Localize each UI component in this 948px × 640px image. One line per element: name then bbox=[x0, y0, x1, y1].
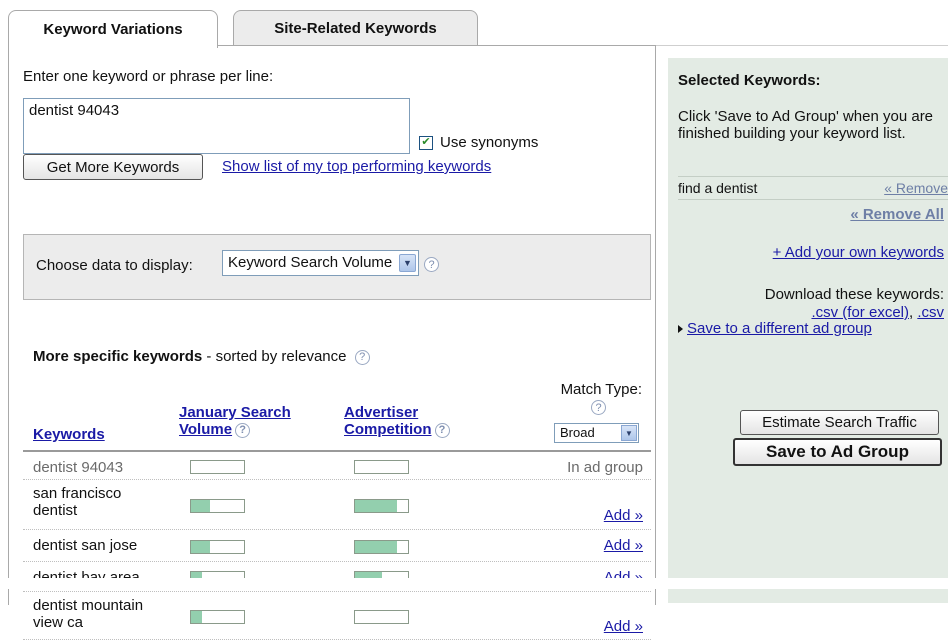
competition-bar bbox=[354, 610, 409, 624]
search-volume-bar bbox=[190, 540, 245, 554]
search-volume-bar bbox=[190, 499, 245, 513]
help-icon[interactable]: ? bbox=[354, 349, 370, 365]
help-icon[interactable]: ? bbox=[424, 257, 439, 272]
get-more-keywords-button[interactable]: Get More Keywords bbox=[23, 154, 203, 180]
download-csv-link[interactable]: .csv bbox=[917, 304, 944, 321]
search-volume-bar bbox=[190, 460, 245, 474]
keyword-variations-panel: Enter one keyword or phrase per line: de… bbox=[8, 45, 656, 640]
use-synonyms-option[interactable]: ✔ Use synonyms bbox=[419, 134, 538, 151]
column-header-competition-line2: Competition bbox=[344, 421, 432, 438]
download-csv-excel-link[interactable]: .csv (for excel) bbox=[811, 304, 909, 321]
column-header-competition-line1: Advertiser bbox=[344, 404, 419, 421]
selected-keyword-row: find a dentist « Remove bbox=[678, 176, 948, 200]
data-display-label: Choose data to display: bbox=[36, 257, 193, 274]
table-row: dentist 94043 In ad group bbox=[23, 452, 651, 480]
keyword-cell: san francisco dentist bbox=[33, 485, 122, 519]
tab-keyword-variations[interactable]: Keyword Variations bbox=[8, 10, 218, 48]
column-header-advertiser-competition[interactable]: Advertiser Competition? bbox=[344, 404, 450, 438]
table-row: dentist mountain view ca Add » bbox=[23, 592, 651, 640]
results-title-rest: - sorted by relevance bbox=[202, 348, 347, 365]
competition-fill bbox=[355, 541, 398, 553]
use-synonyms-checkbox[interactable]: ✔ bbox=[419, 135, 433, 150]
remove-all-link[interactable]: « Remove All bbox=[850, 206, 944, 223]
results-title: More specific keywords - sorted by relev… bbox=[33, 348, 370, 365]
chevron-down-icon[interactable]: ▼ bbox=[621, 425, 637, 441]
search-volume-fill bbox=[191, 541, 210, 553]
keyword-cell: dentist mountain view ca bbox=[33, 597, 144, 631]
competition-fill bbox=[355, 500, 398, 512]
data-display-box: Choose data to display: Keyword Search V… bbox=[23, 234, 651, 300]
match-type-label: Match Type: bbox=[560, 381, 642, 398]
remove-keyword-link[interactable]: « Remove bbox=[884, 180, 948, 196]
save-different-ad-group[interactable]: Save to a different ad group bbox=[678, 320, 872, 337]
keyword-entry-prompt: Enter one keyword or phrase per line: bbox=[23, 68, 274, 85]
search-volume-fill bbox=[191, 611, 202, 623]
search-volume-fill bbox=[191, 500, 210, 512]
competition-bar bbox=[354, 460, 409, 474]
data-display-selected-value: Keyword Search Volume bbox=[228, 254, 393, 271]
download-keywords: Download these keywords: .csv (for excel… bbox=[765, 286, 944, 322]
chevron-down-icon[interactable]: ▼ bbox=[399, 254, 416, 272]
help-icon[interactable]: ? bbox=[235, 422, 251, 438]
help-icon[interactable]: ? bbox=[591, 400, 606, 415]
column-header-search-volume[interactable]: January Search Volume? bbox=[179, 404, 291, 438]
add-own-keywords-link[interactable]: + Add your own keywords bbox=[773, 244, 944, 261]
match-type-header: Match Type: ? bbox=[537, 381, 642, 415]
add-keyword-link[interactable]: Add » bbox=[604, 618, 643, 635]
add-keyword-link[interactable]: Add » bbox=[604, 537, 643, 554]
match-type-selected-value: Broad bbox=[560, 425, 595, 440]
keyword-entry-textarea[interactable]: dentist 94043 bbox=[23, 98, 410, 154]
add-keyword-link[interactable]: Add » bbox=[604, 507, 643, 524]
use-synonyms-label: Use synonyms bbox=[440, 134, 539, 151]
selected-keywords-panel: Selected Keywords: Click 'Save to Ad Gro… bbox=[668, 58, 948, 603]
selected-keywords-instructions: Click 'Save to Ad Group' when you are fi… bbox=[678, 108, 934, 142]
save-to-ad-group-button[interactable]: Save to Ad Group bbox=[733, 438, 942, 466]
tab-site-related-keywords[interactable]: Site-Related Keywords bbox=[233, 10, 478, 46]
keyword-cell: dentist 94043 bbox=[33, 459, 124, 476]
download-label: Download these keywords: bbox=[764, 286, 944, 303]
estimate-search-traffic-button[interactable]: Estimate Search Traffic bbox=[740, 410, 939, 435]
column-header-search-volume-line2: Volume bbox=[179, 421, 233, 438]
top-performing-keywords-link[interactable]: Show list of my top performing keywords bbox=[222, 158, 491, 175]
save-different-ad-group-link[interactable]: Save to a different ad group bbox=[687, 320, 872, 337]
selected-keywords-title: Selected Keywords: bbox=[678, 72, 821, 89]
selected-keyword-text: find a dentist bbox=[678, 180, 758, 196]
match-type-select[interactable]: Broad ▼ bbox=[554, 423, 639, 443]
keyword-cell: dentist san jose bbox=[33, 537, 138, 554]
competition-bar bbox=[354, 499, 409, 513]
help-icon[interactable]: ? bbox=[434, 422, 450, 438]
results-title-bold: More specific keywords bbox=[33, 348, 203, 365]
competition-bar bbox=[354, 540, 409, 554]
data-display-select[interactable]: Keyword Search Volume ▼ bbox=[222, 250, 419, 276]
search-volume-bar bbox=[190, 610, 245, 624]
column-header-search-volume-line1: January Search bbox=[179, 404, 291, 421]
torn-bottom-edge bbox=[0, 578, 948, 589]
csv-separator: , bbox=[908, 304, 914, 321]
in-ad-group-status: In ad group bbox=[567, 459, 643, 476]
table-row: dentist san jose Add » bbox=[23, 530, 651, 562]
column-header-keywords[interactable]: Keywords bbox=[33, 426, 105, 443]
keyword-results-table: dentist 94043 In ad group san francisco de… bbox=[23, 452, 651, 640]
panel-divider bbox=[656, 45, 948, 46]
expand-triangle-icon bbox=[678, 324, 683, 333]
table-row: san francisco dentist Add » bbox=[23, 480, 651, 530]
